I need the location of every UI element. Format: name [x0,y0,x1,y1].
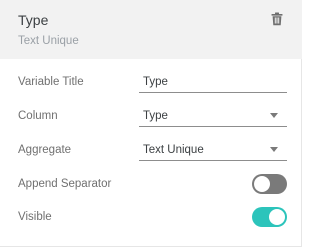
panel-title: Type [18,12,49,28]
column-value: Type [143,110,168,122]
variable-title-row: Variable Title Type [0,67,302,97]
aggregate-label: Aggregate [18,144,72,156]
panel-frame: Type Text Unique Variable Title Type Col [0,0,302,247]
append-separator-row: Append Separator [0,169,302,199]
append-separator-label: Append Separator [18,178,112,190]
aggregate-value: Text Unique [143,144,204,156]
variable-title-input[interactable]: Type [139,71,287,93]
chevron-down-icon [270,147,278,152]
chevron-down-icon [270,113,278,118]
column-label: Column [18,110,58,122]
toggle-knob [269,209,285,225]
column-dropdown[interactable]: Type [139,105,287,127]
column-row: Column Type [0,101,302,131]
variable-settings-panel: Type Text Unique Variable Title Type Col [0,0,304,249]
toggle-knob [254,176,270,192]
panel-subtitle: Text Unique [18,35,79,47]
variable-title-value: Type [143,76,168,88]
append-separator-toggle[interactable] [252,174,287,194]
panel-header: Type Text Unique [0,0,302,59]
aggregate-dropdown[interactable]: Text Unique [139,139,287,161]
visible-toggle[interactable] [252,207,287,227]
visible-label: Visible [18,211,52,223]
trash-icon[interactable] [271,12,283,26]
visible-row: Visible [0,202,302,232]
aggregate-row: Aggregate Text Unique [0,135,302,165]
variable-title-label: Variable Title [18,76,84,88]
